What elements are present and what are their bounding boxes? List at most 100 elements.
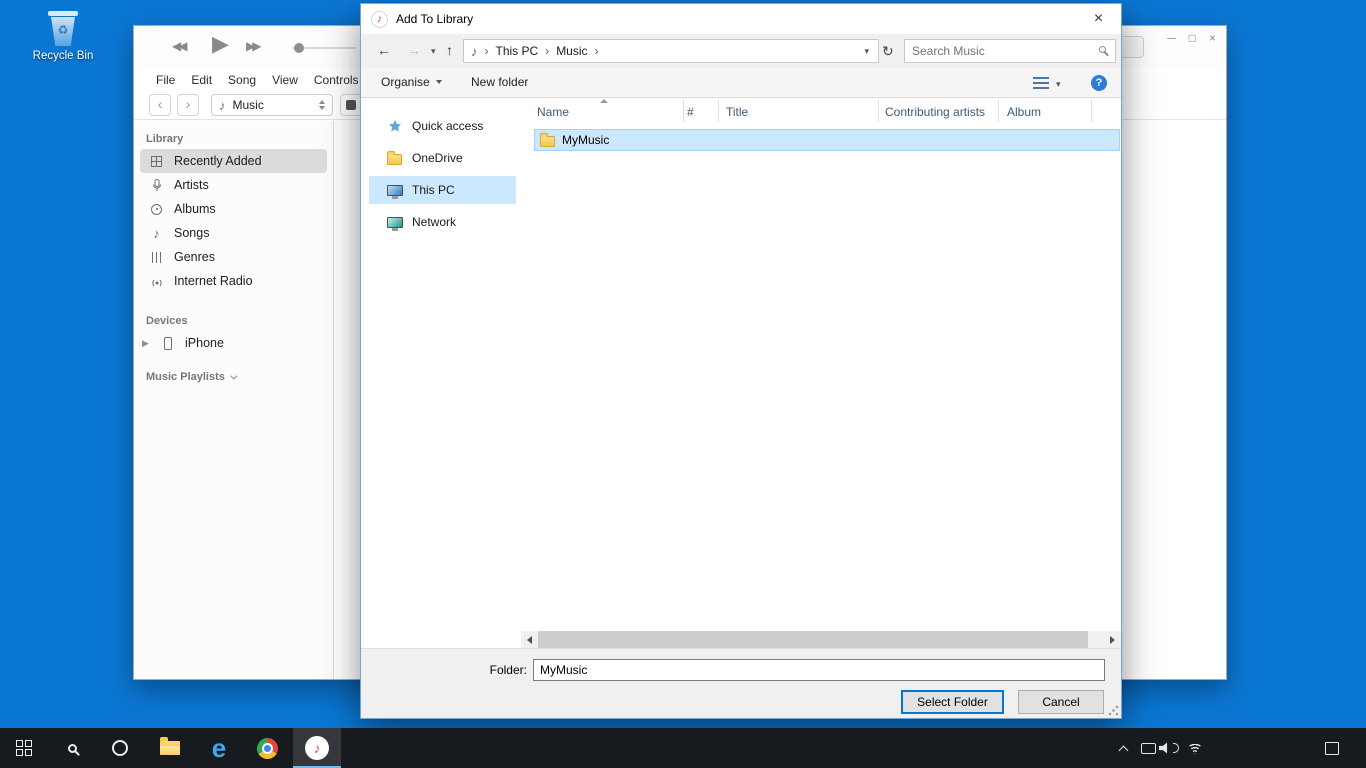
- media-type-picker[interactable]: ♪ Music: [211, 94, 333, 116]
- recent-locations-dropdown-icon[interactable]: ▾: [431, 46, 436, 57]
- sidebar-item-label: Albums: [174, 202, 216, 216]
- tray-volume-button[interactable]: [1157, 728, 1181, 768]
- dialog-titlebar[interactable]: ♪ Add To Library ×: [361, 4, 1121, 34]
- view-options-dropdown-icon[interactable]: ▾: [1056, 79, 1061, 90]
- expand-caret-icon[interactable]: ▶: [142, 338, 150, 349]
- sidebar-item-artists[interactable]: Artists: [140, 173, 327, 197]
- refresh-button[interactable]: ↻: [882, 43, 894, 60]
- select-folder-button[interactable]: Select Folder: [901, 690, 1004, 714]
- new-folder-button[interactable]: New folder: [471, 75, 528, 89]
- column-header-contributing-artists[interactable]: Contributing artists: [885, 105, 985, 119]
- taskbar-search-button[interactable]: [48, 728, 96, 768]
- speaker-wave-icon: [1173, 743, 1179, 753]
- view-options-icon[interactable]: [1033, 77, 1049, 89]
- nav-item-label: Quick access: [412, 119, 483, 133]
- sidebar-item-songs[interactable]: ♪ Songs: [140, 221, 327, 245]
- file-name: MyMusic: [562, 133, 609, 147]
- organise-button[interactable]: Organise: [381, 75, 442, 89]
- add-to-library-dialog: ♪ Add To Library × ← → ▾ ↑ ♪ › This PC ›…: [360, 3, 1122, 719]
- address-bar[interactable]: ♪ › This PC › Music › ▾: [463, 39, 879, 63]
- itunes-back-button[interactable]: ‹: [149, 94, 171, 116]
- up-button[interactable]: ↑: [446, 43, 453, 57]
- cortana-button[interactable]: [96, 728, 144, 768]
- itunes-maximize-button[interactable]: □: [1189, 31, 1196, 45]
- chrome-icon: [257, 738, 278, 759]
- breadcrumb-music[interactable]: Music: [552, 44, 591, 58]
- dialog-close-button[interactable]: ×: [1076, 4, 1121, 33]
- itunes-sidebar: Library Recently Added Artists Albums ♪: [134, 121, 334, 679]
- network-icon: [386, 217, 403, 228]
- genres-icon: [149, 252, 164, 263]
- previous-track-button[interactable]: ◀◀: [172, 39, 184, 53]
- music-playlists-header[interactable]: Music Playlists: [146, 371, 333, 383]
- sidebar-item-albums[interactable]: Albums: [140, 197, 327, 221]
- breadcrumb-this-pc[interactable]: This PC: [492, 44, 543, 58]
- dialog-toolbar: Organise New folder ▾ ?: [361, 68, 1121, 98]
- file-row-mymusic[interactable]: MyMusic: [534, 129, 1120, 151]
- horizontal-scrollbar[interactable]: [521, 631, 1121, 648]
- sidebar-item-label: Recently Added: [174, 154, 262, 168]
- tray-network-button[interactable]: [1183, 728, 1207, 768]
- scroll-right-button[interactable]: [1104, 631, 1121, 648]
- help-button[interactable]: ?: [1091, 75, 1107, 91]
- scroll-left-button[interactable]: [521, 631, 538, 648]
- nav-item-label: Network: [412, 215, 456, 229]
- volume-slider[interactable]: [292, 47, 356, 49]
- nav-item-label: This PC: [412, 183, 455, 197]
- file-explorer-button[interactable]: [146, 728, 194, 768]
- forward-button[interactable]: →: [407, 43, 421, 57]
- menu-file[interactable]: File: [156, 73, 175, 87]
- wifi-icon: [1187, 742, 1203, 755]
- nav-item-quick-access[interactable]: Quick access: [369, 112, 516, 140]
- folder-name-input[interactable]: [533, 659, 1105, 681]
- next-track-button[interactable]: ▶▶: [246, 39, 258, 53]
- dialog-footer: Folder: Select Folder Cancel: [361, 648, 1121, 718]
- play-button[interactable]: ▶: [212, 31, 229, 57]
- menu-edit[interactable]: Edit: [191, 73, 212, 87]
- column-header-album[interactable]: Album: [1007, 105, 1041, 119]
- picker-chevrons-icon: [319, 100, 325, 110]
- column-header-title[interactable]: Title: [726, 105, 748, 119]
- chevron-up-icon: [1118, 745, 1128, 755]
- itunes-forward-button[interactable]: ›: [177, 94, 199, 116]
- sidebar-item-iphone[interactable]: ▶ iPhone: [140, 331, 327, 355]
- resize-grip[interactable]: [1108, 705, 1119, 716]
- taskbar: e ♪: [0, 728, 1366, 768]
- menu-controls[interactable]: Controls: [314, 73, 359, 87]
- breadcrumb-chevron-icon: ›: [482, 44, 492, 58]
- edge-button[interactable]: e: [195, 728, 243, 768]
- search-icon[interactable]: [1099, 46, 1106, 53]
- start-button[interactable]: [0, 728, 48, 768]
- search-box: [904, 39, 1116, 63]
- tray-show-hidden-icons-button[interactable]: [1111, 728, 1135, 768]
- action-center-button[interactable]: [1320, 728, 1344, 768]
- file-explorer-icon: [160, 741, 180, 755]
- search-input[interactable]: [905, 40, 1087, 62]
- chevron-down-icon: [230, 372, 237, 379]
- sidebar-item-internet-radio[interactable]: Internet Radio: [140, 269, 327, 293]
- notification-icon: [1325, 742, 1339, 755]
- volume-knob[interactable]: [294, 43, 304, 53]
- nav-item-network[interactable]: Network: [369, 208, 516, 236]
- sort-ascending-icon: [600, 99, 608, 103]
- chrome-button[interactable]: [243, 728, 291, 768]
- itunes-taskbar-button[interactable]: ♪: [293, 728, 341, 768]
- scrollbar-thumb[interactable]: [538, 631, 1088, 648]
- sidebar-item-recently-added[interactable]: Recently Added: [140, 149, 327, 173]
- recycle-symbol-icon: ♻: [47, 23, 79, 37]
- address-dropdown-icon[interactable]: ▾: [855, 46, 878, 57]
- sidebar-item-genres[interactable]: Genres: [140, 245, 327, 269]
- menu-view[interactable]: View: [272, 73, 298, 87]
- column-header-name[interactable]: Name: [537, 105, 569, 119]
- itunes-minimize-button[interactable]: ─: [1167, 31, 1176, 45]
- recycle-bin[interactable]: ♻ Recycle Bin: [28, 8, 98, 62]
- itunes-more-button[interactable]: [340, 94, 362, 116]
- nav-item-this-pc[interactable]: This PC: [369, 176, 516, 204]
- itunes-close-button[interactable]: ×: [1209, 31, 1216, 45]
- menu-song[interactable]: Song: [228, 73, 256, 87]
- column-header-number[interactable]: #: [687, 105, 694, 119]
- nav-item-onedrive[interactable]: OneDrive: [369, 144, 516, 172]
- cancel-button[interactable]: Cancel: [1018, 690, 1104, 714]
- back-button[interactable]: ←: [377, 43, 391, 57]
- dialog-navbar: ← → ▾ ↑ ♪ › This PC › Music › ▾ ↻: [361, 34, 1121, 68]
